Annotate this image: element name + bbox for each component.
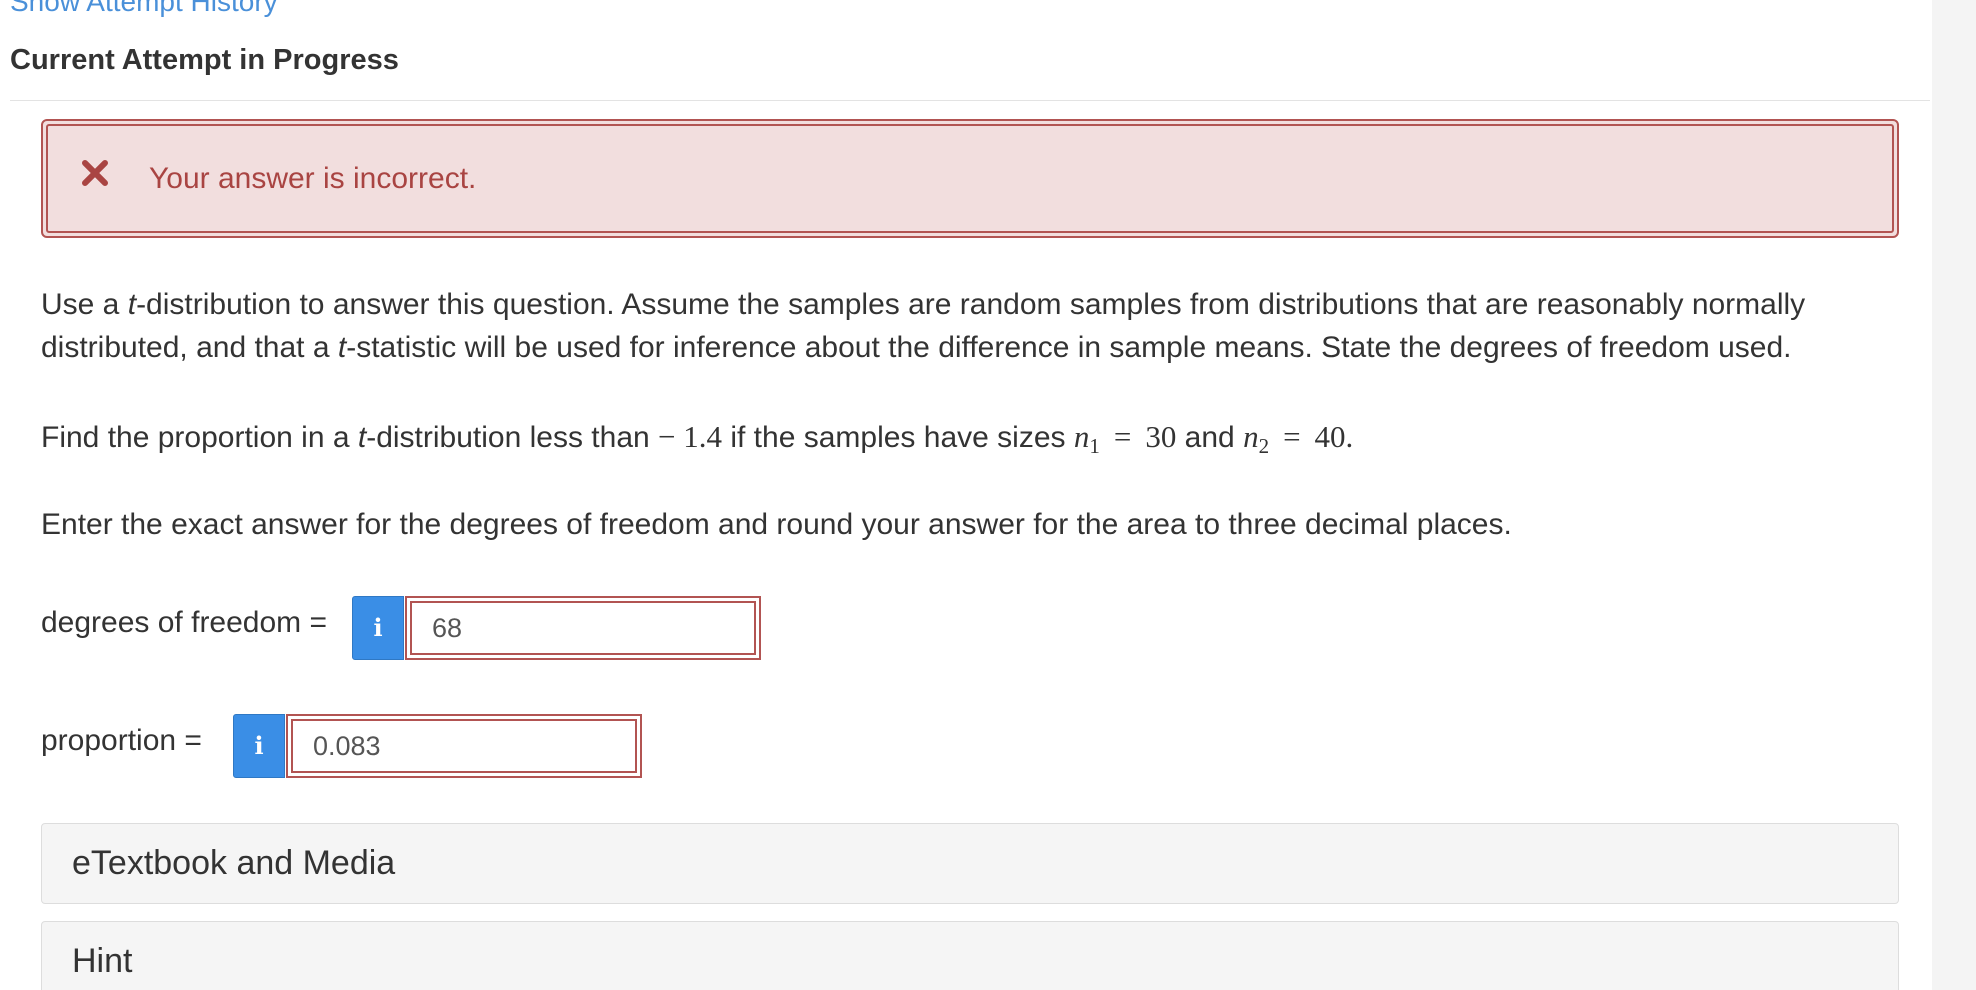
proportion-label: proportion = (41, 724, 202, 757)
close-x-icon (82, 160, 108, 186)
alert-message: Your answer is incorrect. (149, 162, 477, 195)
heading-divider (10, 100, 1930, 101)
degrees-of-freedom-input[interactable] (410, 601, 756, 655)
q2-threshold-value: − 1.4 (658, 419, 723, 454)
page: Show Attempt History Current Attempt in … (0, 0, 1976, 990)
n1-symbol: n (1073, 419, 1090, 454)
n1-subscript: 1 (1089, 434, 1100, 458)
n2-equals: = (1283, 419, 1301, 454)
hint-label: Hint (72, 942, 133, 980)
q2-text-b: -distribution less than (366, 421, 659, 454)
n2-value: 40. (1314, 419, 1354, 454)
question-prompt: Find the proportion in a t-distribution … (41, 415, 1901, 468)
q1-text-c: -statistic will be used for inference ab… (346, 331, 1792, 364)
n2-subscript: 2 (1258, 434, 1270, 458)
q2-and: and (1176, 421, 1244, 454)
n1-equals: = (1113, 419, 1132, 454)
q2-text-c: if the samples have sizes (722, 421, 1074, 454)
question-instructions: Use a t-distribution to answer this ques… (41, 283, 1901, 369)
current-attempt-heading: Current Attempt in Progress (10, 44, 399, 76)
etextbook-media-panel[interactable]: eTextbook and Media (41, 823, 1899, 904)
q1-text-a: Use a (41, 288, 128, 321)
proportion-input[interactable] (291, 719, 637, 773)
q2-text-a: Find the proportion in a (41, 421, 358, 454)
n1-value: 30 (1145, 419, 1177, 454)
info-icon[interactable]: i (352, 596, 404, 660)
rounding-instructions: Enter the exact answer for the degrees o… (41, 508, 1512, 541)
q2-t-symbol: t (357, 421, 367, 454)
hint-panel[interactable]: Hint (41, 921, 1899, 990)
n2-symbol: n (1243, 419, 1259, 454)
incorrect-answer-alert: Your answer is incorrect. (41, 119, 1899, 238)
degrees-of-freedom-label: degrees of freedom = (41, 606, 328, 639)
q1-t-symbol-2: t (337, 331, 347, 364)
proportion-field (286, 714, 642, 778)
right-gutter (1932, 0, 1976, 990)
alert-inner-border: Your answer is incorrect. (46, 124, 1894, 233)
question-content: Show Attempt History Current Attempt in … (0, 0, 1932, 990)
etextbook-media-label: eTextbook and Media (72, 844, 396, 882)
show-attempt-history-link[interactable]: Show Attempt History (10, 0, 278, 18)
info-icon[interactable]: i (233, 714, 285, 778)
q1-t-symbol: t (127, 288, 137, 321)
degrees-of-freedom-field (405, 596, 761, 660)
